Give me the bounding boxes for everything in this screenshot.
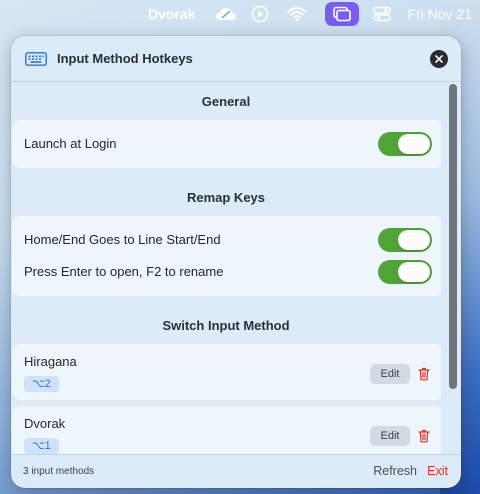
trash-icon[interactable] xyxy=(418,429,430,443)
trash-icon[interactable] xyxy=(418,367,430,381)
general-card: Launch at Login xyxy=(12,120,441,168)
panel-footer: 3 input methods Refresh Exit xyxy=(11,454,461,488)
input-method-name: Dvorak xyxy=(24,416,66,431)
section-title-remap: Remap Keys xyxy=(186,190,266,205)
menu-bar: Dvorak Fri Nov 21 xyxy=(0,0,480,28)
input-method-count: 3 input methods xyxy=(23,465,95,477)
launch-at-login-label: Launch at Login xyxy=(24,136,117,151)
vertical-scrollbar[interactable] xyxy=(446,82,458,454)
input-method-name: Hiragana xyxy=(24,354,77,369)
exit-button[interactable]: Exit xyxy=(427,464,448,478)
wifi-icon[interactable] xyxy=(287,2,307,26)
hotkey-badge: ⌥1 xyxy=(24,438,59,454)
menu-bar-clock[interactable]: Fri Nov 21 xyxy=(407,2,472,26)
launch-at-login-toggle[interactable] xyxy=(378,132,432,156)
section-title-general: General xyxy=(201,94,251,109)
keyboard-icon xyxy=(25,51,47,67)
control-center-icon[interactable] xyxy=(373,2,392,26)
hotkeys-panel: Input Method Hotkeys General Launch at L… xyxy=(11,36,461,488)
enter-f2-toggle[interactable] xyxy=(378,260,432,284)
edit-button[interactable]: Edit xyxy=(370,426,410,446)
panel-title: Input Method Hotkeys xyxy=(57,51,193,66)
keyboard-layout-menu[interactable]: Dvorak xyxy=(148,2,195,26)
section-title-switch: Switch Input Method xyxy=(162,318,290,333)
settings-scroll-area[interactable]: General Launch at Login Remap Keys Home/… xyxy=(11,82,441,454)
panel-header: Input Method Hotkeys xyxy=(11,36,461,81)
close-button[interactable] xyxy=(430,50,448,68)
enter-f2-label: Press Enter to open, F2 to rename xyxy=(24,264,224,279)
input-method-row: Dvorak ⌥1 Edit xyxy=(12,406,441,454)
home-end-toggle[interactable] xyxy=(378,228,432,252)
remap-card: Home/End Goes to Line Start/End Press En… xyxy=(12,216,441,296)
hotkey-badge: ⌥2 xyxy=(24,376,59,392)
refresh-button[interactable]: Refresh xyxy=(373,464,417,478)
cloud-icon[interactable] xyxy=(215,2,237,26)
window-stack-icon[interactable] xyxy=(325,2,360,26)
close-icon xyxy=(435,55,443,63)
play-circle-icon[interactable] xyxy=(251,2,269,26)
edit-button[interactable]: Edit xyxy=(370,364,410,384)
home-end-label: Home/End Goes to Line Start/End xyxy=(24,232,221,247)
scrollbar-thumb[interactable] xyxy=(449,84,457,389)
input-method-row: Hiragana ⌥2 Edit xyxy=(12,344,441,400)
